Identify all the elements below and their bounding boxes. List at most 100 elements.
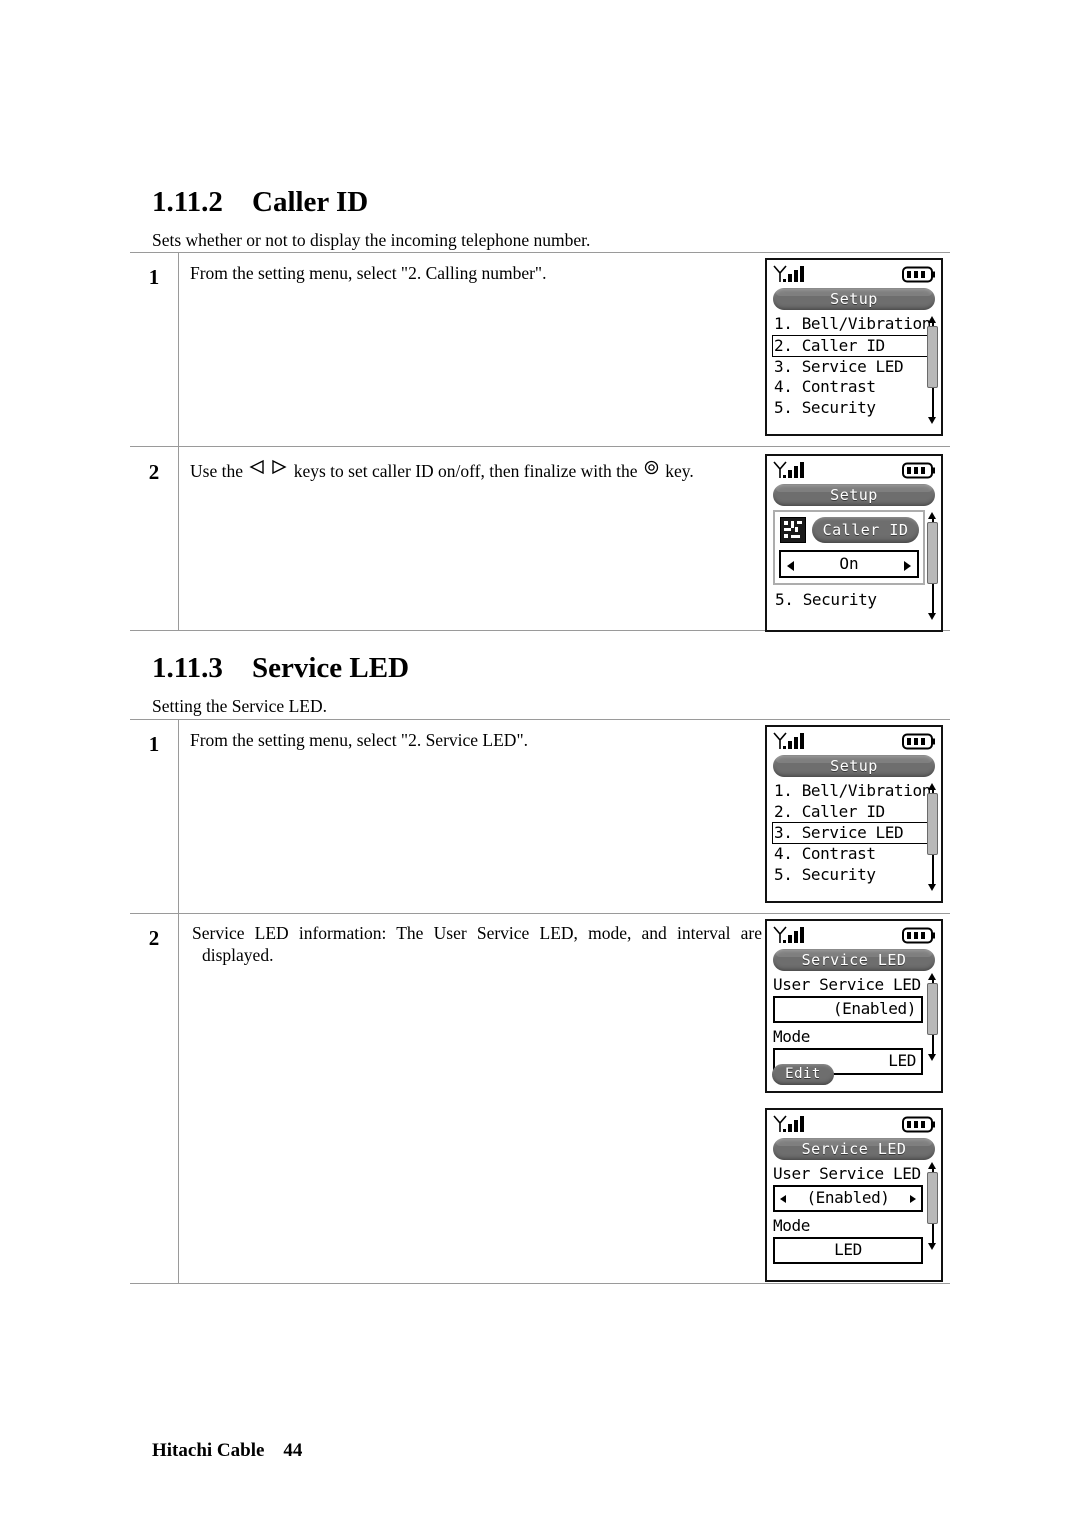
screen-title: Setup [773,288,935,310]
prev-value-arrow-icon[interactable] [787,561,794,571]
scroll-up-arrow-icon[interactable] [928,512,936,519]
section-title: Caller ID [252,186,369,218]
setting-label-row: Caller ID [779,516,919,546]
scrollbar-thumb[interactable] [927,326,938,388]
menu-list: 1. Bell/Vibration 2. Caller ID 3. Servic… [772,314,938,424]
scrollbar-thumb[interactable] [927,793,938,855]
setting-label: Caller ID [812,517,919,543]
battery-full-icon [902,266,936,287]
scrollbar[interactable] [926,1162,939,1250]
screen-title: Setup [773,484,935,506]
circle-enter-key-icon [644,458,659,480]
signal-bars-icon [772,731,826,757]
field-value-text: (Enabled) [806,1188,890,1207]
step2-text-part2: keys to set caller ID on/off, then final… [293,460,638,481]
phone-screen-service-led-info: Service LED User Service LED (Enabled) M… [765,919,943,1093]
next-value-arrow-icon[interactable] [904,561,911,571]
list-item[interactable]: 4. Contrast [773,844,937,865]
field-label: User Service LED [773,1164,921,1183]
step-number: 1 [148,732,160,756]
battery-full-icon [902,927,936,948]
table1-top-rule [130,252,950,253]
scroll-up-arrow-icon[interactable] [928,973,936,980]
section-number: 1.11.2 [152,186,223,218]
list-item[interactable]: 1. Bell/Vibration [773,314,937,335]
status-bar [772,263,936,287]
field-value-mode[interactable]: LED [773,1237,923,1264]
scrollbar[interactable] [926,512,939,620]
signal-bars-icon [772,925,826,951]
next-value-arrow-icon[interactable] [910,1195,916,1203]
phone-screen-setup-service-led-highlighted: Setup 1. Bell/Vibration 2. Caller ID 3. … [765,725,943,903]
scrollbar[interactable] [926,973,939,1061]
section-title: Service LED [252,652,410,684]
status-bar [772,1113,936,1137]
step-text: From the setting menu, select "2. Callin… [190,263,547,283]
step2-text-part1: Use the [190,460,243,481]
list-item[interactable]: 2. Caller ID [773,802,937,823]
field-label: Mode [773,1027,810,1046]
screen-title: Service LED [773,949,935,971]
edit-softkey-button[interactable]: Edit [772,1064,834,1085]
scrollbar-thumb[interactable] [927,983,938,1035]
scroll-up-arrow-icon[interactable] [928,783,936,790]
battery-full-icon [902,1116,936,1137]
right-triangle-key-icon [270,458,287,480]
list-item[interactable]: 5. Security [774,590,937,611]
list-item[interactable]: 5. Security [773,865,937,886]
scroll-down-arrow-icon[interactable] [928,613,936,620]
section-heading-1112: 1.11.2 Caller ID [152,186,368,219]
battery-full-icon [902,462,936,483]
table2-bottom-rule [130,1283,950,1284]
table1-mid-rule [130,446,950,447]
scroll-down-arrow-icon[interactable] [928,1243,936,1250]
screen-title: Setup [773,755,935,777]
field-value-user-service-led-editing[interactable]: (Enabled) [773,1185,923,1212]
field-label: Mode [773,1216,810,1235]
step-number: 2 [148,460,160,484]
scrollbar-thumb[interactable] [927,522,938,584]
scrollbar-thumb[interactable] [927,1172,938,1224]
section-number: 1.11.3 [152,652,223,684]
status-bar [772,459,936,483]
list-item-selected[interactable]: 3. Service LED [772,822,935,844]
status-bar [772,730,936,754]
scrollbar[interactable] [926,316,939,424]
step2-text-part3: key. [665,460,694,481]
setting-value-selector[interactable]: On [779,550,919,578]
screen-title: Service LED [773,1138,935,1160]
scroll-up-arrow-icon[interactable] [928,1162,936,1169]
section-intro-1113: Setting the Service LED. [152,696,327,716]
scrollbar[interactable] [926,783,939,891]
signal-bars-icon [772,264,826,290]
phone-screen-caller-id-editor: Setup Caller ID On 5. Security [765,454,943,632]
status-bar [772,924,936,948]
phone-screen-setup-caller-id-highlighted: Setup 1. Bell/Vibration 2. Caller ID 3. … [765,258,943,436]
document-page: 1.11.2 Caller ID Sets whether or not to d… [0,0,1080,1528]
signal-bars-icon [772,460,826,486]
step-number: 1 [148,265,160,289]
caller-id-glyph-icon [780,517,806,543]
list-item-selected[interactable]: 2. Caller ID [772,334,935,357]
step-text: From the setting menu, select "2. Servic… [190,730,528,750]
step-text: Use the keys to set caller ID on/off, th… [190,458,790,482]
scroll-down-arrow-icon[interactable] [928,417,936,424]
prev-value-arrow-icon[interactable] [780,1195,786,1203]
phone-screen-service-led-edit: Service LED User Service LED (Enabled) M… [765,1108,943,1282]
page-footer: Hitachi Cable 44 [152,1440,303,1461]
field-value-user-service-led[interactable]: (Enabled) [773,996,923,1023]
table2-column-divider [178,719,179,1283]
step-text: Service LED information: The User Servic… [192,923,762,966]
list-item[interactable]: 1. Bell/Vibration [773,781,937,802]
step-number: 2 [148,926,160,950]
setting-value: On [839,554,859,573]
list-item[interactable]: 3. Service LED [773,357,937,378]
scroll-up-arrow-icon[interactable] [928,316,936,323]
list-item[interactable]: 4. Contrast [773,377,937,398]
setting-group: Caller ID On [773,510,925,585]
scroll-down-arrow-icon[interactable] [928,1054,936,1061]
scroll-down-arrow-icon[interactable] [928,884,936,891]
table2-top-rule [130,719,950,720]
list-item[interactable]: 5. Security [773,398,937,419]
section-intro-1112: Sets whether or not to display the incom… [152,230,591,250]
